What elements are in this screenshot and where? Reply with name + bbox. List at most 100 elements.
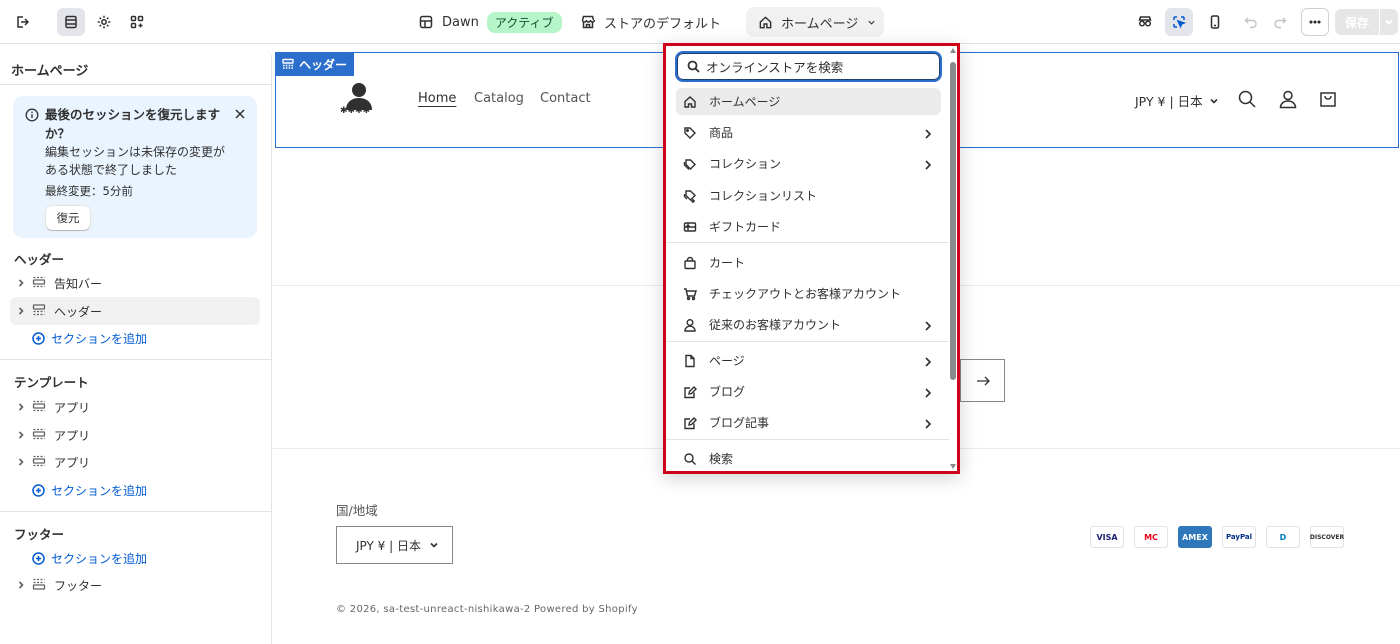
- redo-icon[interactable]: [1266, 8, 1294, 36]
- status-badge: アクティブ: [486, 11, 562, 33]
- sidebar-item-header[interactable]: ヘッダー: [10, 297, 260, 325]
- scroll-down-icon[interactable]: [950, 464, 956, 469]
- sidebar-item-announcement-bar[interactable]: 告知バー: [10, 269, 260, 297]
- store-icon: [581, 15, 596, 29]
- chevron-right-icon[interactable]: [14, 279, 28, 287]
- nav-link-home[interactable]: Home: [418, 91, 456, 106]
- page-select[interactable]: ホームページ: [746, 7, 884, 37]
- exit-icon[interactable]: [8, 8, 36, 36]
- dropdown-item-gift-card[interactable]: ギフトカード: [676, 213, 941, 240]
- sidebar-item-app[interactable]: アプリ: [10, 393, 260, 421]
- inspector-icon[interactable]: [1131, 8, 1159, 36]
- add-section-label: セクションを追加: [51, 484, 148, 498]
- section-icon: [32, 454, 48, 470]
- chevron-right-icon[interactable]: [14, 431, 28, 439]
- sidebar-item-footer[interactable]: フッター: [10, 571, 260, 599]
- header-section-icon: [32, 303, 48, 319]
- logo-text: ✱✱✱✱: [340, 106, 371, 116]
- gear-icon[interactable]: [90, 8, 118, 36]
- search-icon: [687, 60, 700, 73]
- region-value: JPY ¥ | 日本: [356, 538, 421, 553]
- sidebar-item-label: アプリ: [54, 455, 91, 470]
- header-section-tag[interactable]: ヘッダー: [275, 52, 355, 76]
- search-placeholder: オンラインストアを検索: [706, 60, 844, 75]
- region-selector[interactable]: JPY ¥ | 日本: [336, 526, 453, 564]
- sections-icon[interactable]: [57, 8, 85, 36]
- chevron-right-icon[interactable]: [14, 307, 28, 315]
- chevron-down-icon: [1385, 19, 1393, 25]
- dropdown-item-checkout-accounts[interactable]: チェックアウトとお客様アカウント: [676, 280, 941, 307]
- blog-icon: [683, 385, 697, 399]
- dropdown-item-cart[interactable]: カート: [676, 249, 941, 276]
- dropdown-item-collection-list[interactable]: コレクションリスト: [676, 182, 941, 209]
- nav-link-contact[interactable]: Contact: [540, 91, 591, 106]
- sidebar-item-app[interactable]: アプリ: [10, 448, 260, 476]
- nav-link-catalog[interactable]: Catalog: [474, 91, 524, 106]
- save-button[interactable]: 保存: [1335, 9, 1379, 35]
- select-cursor-icon[interactable]: [1165, 8, 1193, 36]
- scroll-up-icon[interactable]: [950, 48, 956, 53]
- restore-description: 編集セッションは未保存の変更がある状態で終了しました: [45, 145, 226, 177]
- cart-icon[interactable]: [1317, 88, 1339, 110]
- currency-selector[interactable]: JPY ¥ | 日本: [1135, 91, 1219, 110]
- section-icon: [32, 275, 48, 291]
- chevron-right-icon[interactable]: [14, 458, 28, 466]
- header-section-icon: [282, 58, 294, 69]
- home-icon: [683, 95, 697, 109]
- sidebar-item-label: アプリ: [54, 400, 91, 415]
- chevron-right-icon[interactable]: [14, 581, 28, 589]
- template-group-title: テンプレート: [14, 375, 89, 390]
- bag-icon: [683, 256, 697, 270]
- submit-arrow-button[interactable]: [960, 359, 1005, 402]
- add-section-button[interactable]: セクションを追加: [32, 330, 147, 347]
- account-icon[interactable]: [1277, 88, 1299, 110]
- divider: [666, 242, 949, 243]
- more-icon[interactable]: [1301, 8, 1329, 36]
- tag-icon: [683, 126, 697, 140]
- scrollbar-thumb[interactable]: [950, 62, 956, 380]
- dropdown-item-products[interactable]: 商品: [676, 119, 941, 146]
- dropdown-item-label: ホームページ: [709, 95, 781, 109]
- divider: [0, 511, 271, 512]
- collection-list-icon: [683, 189, 697, 203]
- dropdown-item-blog-posts[interactable]: ブログ記事: [676, 409, 941, 436]
- chevron-right-icon[interactable]: [14, 403, 28, 411]
- arrow-right-icon: [976, 376, 990, 385]
- sidebar-item-app[interactable]: アプリ: [10, 421, 260, 449]
- dropdown-item-homepage[interactable]: ホームページ: [676, 88, 941, 115]
- sidebar-item-label: アプリ: [54, 428, 91, 443]
- dropdown-item-collections[interactable]: コレクション: [676, 150, 941, 177]
- add-section-button[interactable]: セクションを追加: [32, 482, 147, 499]
- apps-icon[interactable]: [123, 8, 151, 36]
- dropdown-item-blogs[interactable]: ブログ: [676, 378, 941, 405]
- dropdown-item-pages[interactable]: ページ: [676, 347, 941, 374]
- dropdown-item-search[interactable]: 検索: [676, 445, 941, 471]
- visa-icon: VISA: [1090, 526, 1124, 548]
- chevron-down-icon: [1210, 98, 1218, 104]
- mobile-icon[interactable]: [1201, 8, 1229, 36]
- header-section-tag-label: ヘッダー: [299, 57, 348, 72]
- dropdown-item-legacy-accounts[interactable]: 従来のお客様アカウント: [676, 311, 941, 338]
- restore-button[interactable]: 復元: [46, 206, 90, 230]
- plus-circle-icon: [32, 484, 45, 497]
- save-options-button[interactable]: [1380, 9, 1398, 35]
- close-icon[interactable]: [233, 107, 247, 121]
- undo-icon[interactable]: [1237, 8, 1265, 36]
- store-default[interactable]: ストアのデフォルト: [580, 0, 721, 44]
- dropdown-item-label: チェックアウトとお客様アカウント: [709, 287, 902, 301]
- add-section-label: セクションを追加: [51, 552, 148, 566]
- page-select-label: ホームページ: [781, 16, 859, 32]
- store-default-label: ストアのデフォルト: [604, 16, 722, 32]
- search-icon[interactable]: [1236, 88, 1258, 110]
- section-icon: [32, 427, 48, 443]
- dropdown-item-label: ブログ記事: [709, 416, 770, 430]
- region-label: 国/地域: [336, 503, 378, 518]
- dropdown-item-label: 検索: [709, 452, 734, 466]
- dropdown-scrollbar[interactable]: [949, 46, 957, 471]
- search-input[interactable]: オンラインストアを検索: [675, 51, 942, 82]
- add-section-button[interactable]: セクションを追加: [32, 550, 147, 567]
- header-group-title: ヘッダー: [14, 252, 65, 267]
- section-icon: [32, 399, 48, 415]
- restore-session-banner: 最後のセッションを復元しますか？ 編集セッションは未保存の変更がある状態で終了し…: [13, 96, 257, 238]
- restore-title: 最後のセッションを復元しますか？: [45, 107, 221, 141]
